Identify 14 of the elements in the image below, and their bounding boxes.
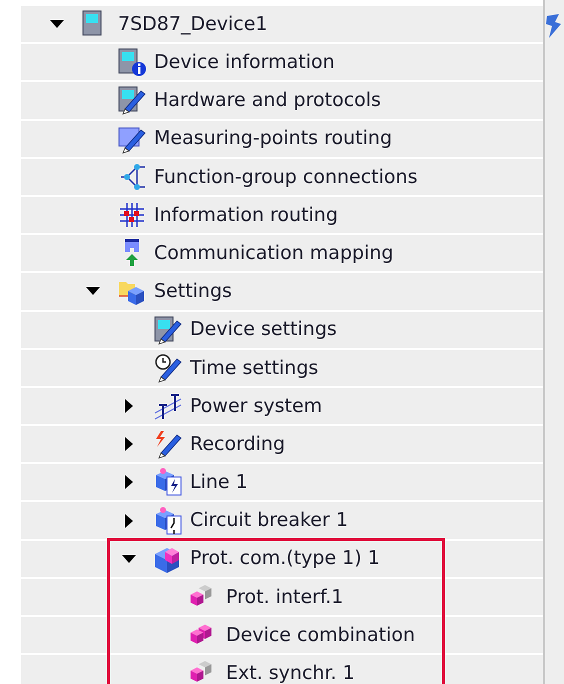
cubes-icon xyxy=(189,661,213,684)
tree-item-label[interactable]: Prot. interf.1 xyxy=(226,582,344,612)
cube-lightning-icon xyxy=(153,467,183,498)
cube-switch-icon xyxy=(153,506,183,536)
device-pen-icon xyxy=(153,314,183,345)
tree-item-label[interactable]: Recording xyxy=(190,430,286,458)
tree-item-label[interactable]: Time settings xyxy=(190,354,318,382)
tree-item-label[interactable]: Line 1 xyxy=(190,468,248,497)
tree-item-label[interactable]: Power system xyxy=(190,392,322,420)
lightning-pen-icon xyxy=(153,429,183,460)
clock-pen-icon xyxy=(153,352,183,383)
device-pen-icon xyxy=(117,85,147,116)
device-info-icon xyxy=(117,47,147,78)
tree-item-label[interactable]: Settings xyxy=(154,277,232,306)
